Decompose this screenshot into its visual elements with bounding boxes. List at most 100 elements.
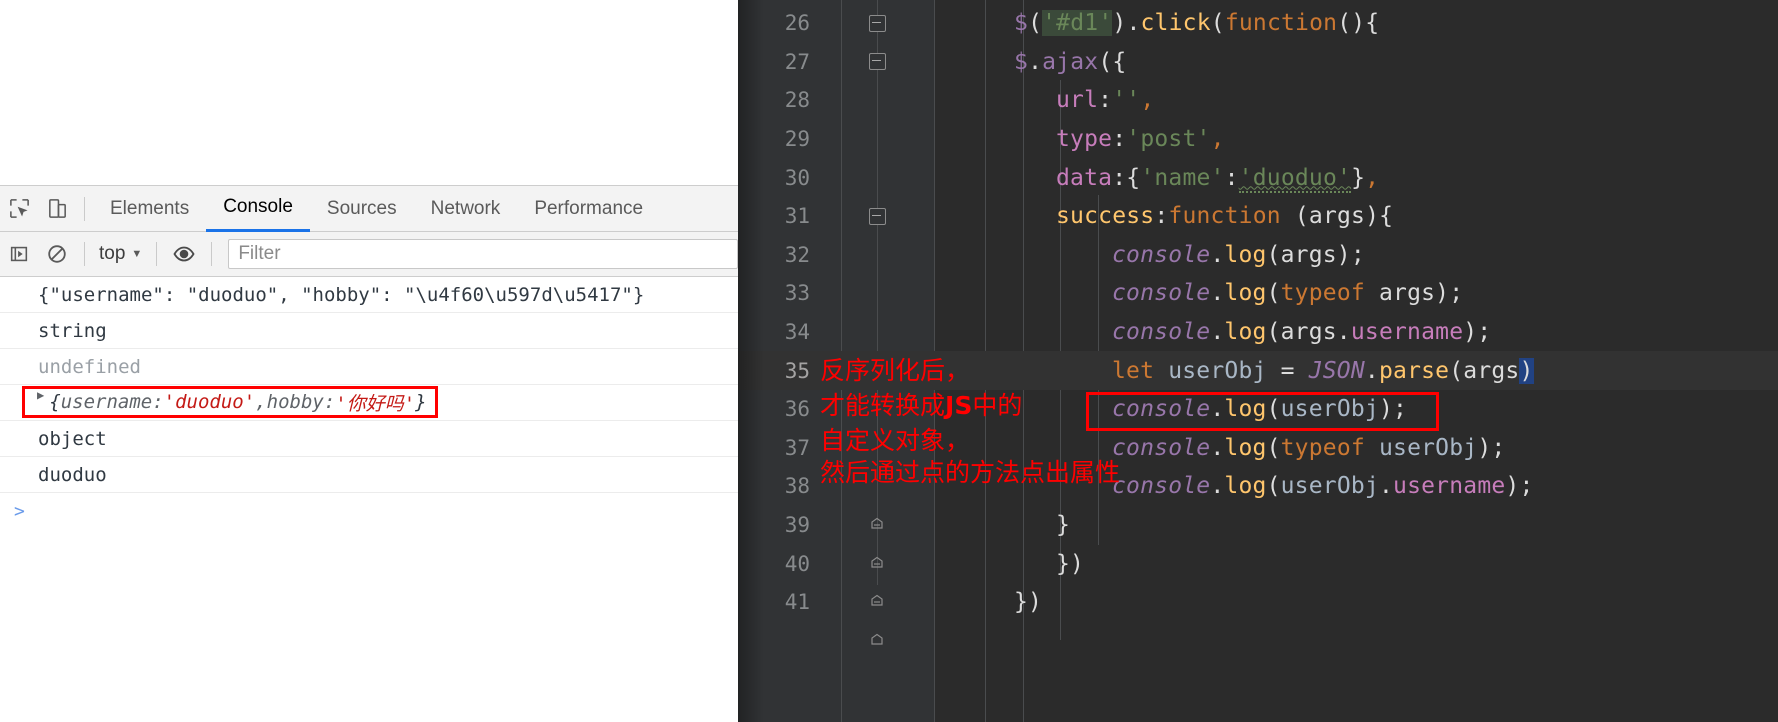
- clear-console-icon[interactable]: [38, 231, 76, 277]
- code-editor-panel: 26 $('#d1').click(function(){ 27 $.ajax(…: [738, 0, 1778, 722]
- console-row[interactable]: object: [0, 421, 738, 457]
- code-text: let userObj = JSON.parse(args): [1112, 357, 1534, 384]
- annotation-note-line-3: 自定义对象，: [820, 426, 971, 455]
- fold-marker-collapse[interactable]: [866, 4, 888, 43]
- code-text: $('#d1').click(function(){: [1014, 10, 1380, 37]
- line-number: 40: [784, 551, 810, 576]
- tab-network[interactable]: Network: [414, 186, 518, 232]
- annotation-note-line-4: 然后通过点的方法点出属性: [820, 458, 1121, 487]
- prompt-chevron-icon: >: [14, 500, 25, 522]
- toolbar-divider: [84, 196, 85, 221]
- highlight-box-console-log: [1086, 392, 1439, 431]
- object-key-hobby: hobby: [266, 391, 324, 413]
- line-number: 29: [784, 127, 810, 152]
- console-message-text: string: [38, 319, 107, 342]
- line-number: 39: [784, 513, 810, 538]
- devtools-panel: Elements Console Sources Network Perform…: [0, 0, 738, 722]
- toolbar-divider-2: [84, 242, 85, 266]
- code-line[interactable]: 26 $('#d1').click(function(){: [738, 4, 1778, 43]
- annotation-note-line-2: 才能转换成JS中的: [820, 391, 1023, 420]
- code-text: console.log(args.username);: [1112, 319, 1492, 346]
- line-number: 31: [784, 204, 810, 229]
- code-line[interactable]: 40 }): [738, 544, 1778, 583]
- screenshot-root: Elements Console Sources Network Perform…: [0, 0, 1778, 722]
- code-text: }: [1056, 512, 1071, 539]
- line-number: 38: [784, 474, 810, 499]
- console-row-object[interactable]: ▶ {username: 'duoduo', hobby: '你好吗'}: [0, 385, 738, 421]
- code-line[interactable]: 29 type:'post',: [738, 120, 1778, 159]
- code-line[interactable]: 41 }): [738, 583, 1778, 622]
- console-row[interactable]: {"username": "duoduo", "hobby": "\u4f60\…: [0, 277, 738, 313]
- tab-sources[interactable]: Sources: [310, 186, 414, 232]
- execution-context-label: top: [99, 243, 126, 264]
- console-message-text: undefined: [38, 355, 141, 378]
- object-colon-2: :: [323, 391, 336, 413]
- code-line[interactable]: 32 console.log(args);: [738, 236, 1778, 275]
- console-output: {"username": "duoduo", "hobby": "\u4f60\…: [0, 277, 738, 722]
- console-filter-input[interactable]: Filter: [228, 239, 738, 269]
- device-toolbar-icon[interactable]: [38, 186, 76, 232]
- object-colon-1: :: [152, 391, 164, 413]
- code-text: console.log(userObj.username);: [1112, 473, 1534, 500]
- code-line[interactable]: [738, 622, 1778, 661]
- web-page-viewport: [0, 0, 738, 185]
- line-number: 26: [784, 11, 810, 36]
- tab-console[interactable]: Console: [206, 186, 310, 232]
- tab-performance[interactable]: Performance: [517, 186, 660, 232]
- console-message-text: {"username": "duoduo", "hobby": "\u4f60\…: [38, 283, 645, 306]
- code-text: $.ajax({: [1014, 48, 1127, 75]
- inspect-element-icon[interactable]: [0, 186, 38, 232]
- fold-marker-collapse[interactable]: [866, 197, 888, 236]
- line-number: 36: [784, 397, 810, 422]
- object-key-username: username: [60, 391, 153, 413]
- execute-icon[interactable]: [0, 231, 38, 277]
- code-text: data:{'name':'duoduo'},: [1056, 164, 1380, 193]
- code-text: type:'post',: [1056, 126, 1225, 153]
- object-open-brace: {: [49, 391, 61, 413]
- code-text: url:'',: [1056, 87, 1155, 114]
- line-number: 30: [784, 165, 810, 190]
- execution-context-selector[interactable]: top ▼: [93, 240, 148, 268]
- filter-placeholder: Filter: [238, 243, 281, 264]
- toolbar-divider-3: [156, 242, 158, 266]
- code-line[interactable]: 39 }: [738, 506, 1778, 545]
- code-text: }): [1056, 550, 1085, 577]
- fold-marker-expand[interactable]: [866, 622, 888, 661]
- expand-arrow-icon[interactable]: ▶: [37, 388, 44, 402]
- line-number: 37: [784, 435, 810, 460]
- annotation-note-line-1: 反序列化后，: [820, 356, 971, 385]
- devtools-tabbar: Elements Console Sources Network Perform…: [0, 185, 738, 232]
- code-line[interactable]: 31 success:function (args){: [738, 197, 1778, 236]
- line-number: 35: [784, 358, 810, 383]
- code-text: console.log(args);: [1112, 241, 1365, 268]
- line-number: 33: [784, 281, 810, 306]
- code-line[interactable]: 28 url:'',: [738, 81, 1778, 120]
- code-text: console.log(typeof userObj);: [1112, 434, 1506, 461]
- code-line[interactable]: 30 data:{'name':'duoduo'},: [738, 158, 1778, 197]
- object-value-username: 'duoduo': [163, 391, 256, 413]
- chevron-down-icon: ▼: [131, 247, 143, 260]
- fold-marker-expand[interactable]: [866, 506, 888, 545]
- object-value-hobby: '你好吗': [335, 392, 416, 415]
- console-prompt[interactable]: >: [0, 493, 738, 529]
- object-close-brace: }: [415, 391, 427, 413]
- fold-marker-expand[interactable]: [866, 583, 888, 622]
- console-row[interactable]: undefined: [0, 349, 738, 385]
- line-number: 27: [784, 49, 810, 74]
- console-row[interactable]: string: [0, 313, 738, 349]
- line-number: 28: [784, 88, 810, 113]
- line-number: 41: [784, 590, 810, 615]
- code-line[interactable]: 27 $.ajax({: [738, 43, 1778, 82]
- line-number: 34: [784, 320, 810, 345]
- fold-marker-collapse[interactable]: [866, 43, 888, 82]
- code-line[interactable]: 34 console.log(args.username);: [738, 313, 1778, 352]
- console-row[interactable]: duoduo: [0, 457, 738, 493]
- code-text: console.log(typeof args);: [1112, 280, 1464, 307]
- toolbar-divider-4: [211, 242, 213, 266]
- eye-icon[interactable]: [165, 231, 203, 277]
- object-comma: ,: [255, 391, 267, 413]
- code-line[interactable]: 33 console.log(typeof args);: [738, 274, 1778, 313]
- console-message-text: duoduo: [38, 463, 107, 486]
- fold-marker-expand[interactable]: [866, 544, 888, 583]
- tab-elements[interactable]: Elements: [93, 186, 206, 232]
